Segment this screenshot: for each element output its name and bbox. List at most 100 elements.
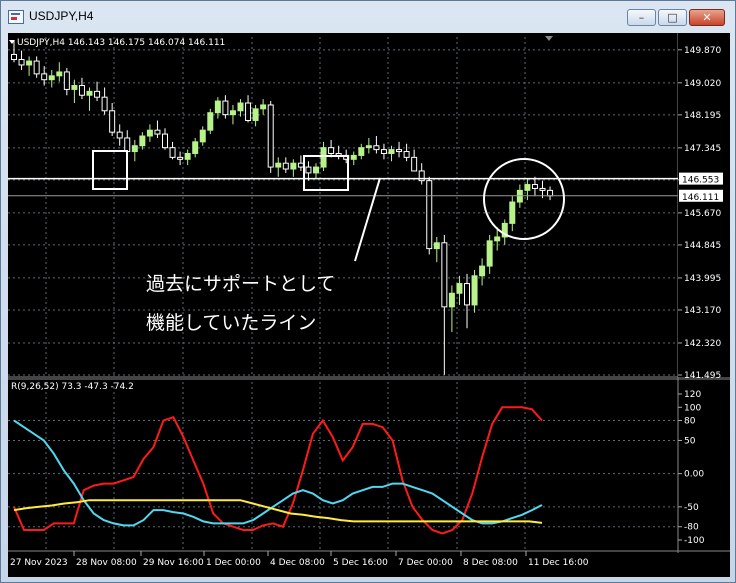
candle-body xyxy=(56,71,63,77)
indicator-tick-label: 50 xyxy=(684,436,696,446)
candle-body xyxy=(207,112,214,131)
candle-body xyxy=(63,71,70,90)
candle-body xyxy=(365,145,372,149)
minimize-button[interactable]: – xyxy=(627,9,656,26)
candle-body xyxy=(33,60,40,75)
indicator-tick-label: 0.00 xyxy=(684,470,704,480)
candle-body xyxy=(222,100,229,116)
candle-body xyxy=(124,137,131,153)
candle-body xyxy=(290,162,297,170)
candle-body xyxy=(531,184,538,189)
price-tick-label: 145.670 xyxy=(684,209,721,219)
candle-body xyxy=(350,154,357,160)
annotation-text-line2: 機能していたライン xyxy=(146,312,316,334)
time-tick-label: 28 Nov 08:00 xyxy=(76,558,137,568)
candle-body xyxy=(411,156,418,172)
time-tick-label: 27 Nov 2023 xyxy=(10,558,68,568)
candle-body xyxy=(313,166,319,174)
annotation-pointer-line xyxy=(354,177,381,262)
candle-body xyxy=(245,102,252,121)
indicator-tick-label: -100 xyxy=(684,536,705,546)
price-chart-svg[interactable]: USDJPY,H4 146.143 146.175 146.074 146.11… xyxy=(8,33,730,577)
candle-body xyxy=(169,147,176,158)
candle-body xyxy=(388,149,395,154)
candle-body xyxy=(162,133,168,149)
candle-body xyxy=(494,236,501,242)
indicator-tick-label: 80 xyxy=(684,417,696,427)
indicator-tick-label: -50 xyxy=(684,503,699,513)
candle-body xyxy=(524,184,531,191)
window-title: USDJPY,H4 xyxy=(29,9,94,23)
candle-body xyxy=(547,189,554,197)
candle-body xyxy=(260,104,267,110)
candle-body xyxy=(26,60,33,66)
time-tick-label: 29 Nov 16:00 xyxy=(143,558,204,568)
candle-body xyxy=(184,152,191,160)
candle-body xyxy=(18,59,25,66)
candle-body xyxy=(177,156,184,160)
candle-body xyxy=(78,85,85,96)
candle-body xyxy=(267,104,274,168)
candle-body xyxy=(237,102,244,112)
candle-body xyxy=(320,147,327,168)
candle-body xyxy=(94,90,101,98)
chart-shift-marker-icon[interactable] xyxy=(545,36,553,41)
candle-body xyxy=(11,53,17,61)
indicator-pane xyxy=(13,406,543,535)
candle-body xyxy=(441,242,448,308)
candle-body xyxy=(71,85,78,90)
candle-body xyxy=(396,149,403,153)
candle-body xyxy=(380,149,387,154)
candle-body xyxy=(426,180,433,250)
candle-body xyxy=(86,90,93,96)
price-tick-label: 142.320 xyxy=(684,339,721,349)
candle-body xyxy=(109,110,116,133)
close-button[interactable]: ✕ xyxy=(689,9,725,26)
candle-body xyxy=(464,283,470,306)
price-tick-label: 141.495 xyxy=(684,371,721,381)
candle-body xyxy=(199,129,206,143)
candle-body xyxy=(297,162,304,168)
support-box-1 xyxy=(92,150,128,190)
indicator-tick-label: 100 xyxy=(684,403,701,413)
candle-body xyxy=(373,145,380,151)
candle-body xyxy=(252,108,259,121)
time-tick-label: 8 Dec 08:00 xyxy=(463,558,518,568)
candle-body xyxy=(479,265,486,277)
terminal-window: USDJPY,H4 – □ ✕ USDJPY,H4 146.143 146.17… xyxy=(0,0,736,583)
candle-body xyxy=(116,131,123,139)
price-tick-label: 143.995 xyxy=(684,274,721,284)
price-tick-label: 149.870 xyxy=(684,46,721,56)
support-price-label: 146.553 xyxy=(682,176,719,186)
time-axis: 27 Nov 2023 28 Nov 08:00 29 Nov 16:00 1 Dec… xyxy=(10,551,589,568)
title-bar[interactable]: USDJPY,H4 – □ ✕ xyxy=(1,1,735,31)
chart-area[interactable]: USDJPY,H4 146.143 146.175 146.074 146.11… xyxy=(8,33,730,577)
price-axis: 149.870149.020148.195147.345146.520145.6… xyxy=(678,33,730,381)
candle-body xyxy=(358,147,365,156)
time-tick-label: 7 Dec 00:00 xyxy=(398,558,453,568)
current-price-circle xyxy=(483,158,565,240)
price-tick-label: 144.845 xyxy=(684,241,721,251)
indicator-tick-label: -80 xyxy=(684,523,699,533)
indicator-axis: 120 100 80 50 0.00 -50 -80 -100 xyxy=(678,390,705,546)
candle-body xyxy=(433,242,440,250)
indicator-label: R(9,26,52) 73.3 -47.3 -74.2 xyxy=(11,382,134,392)
price-tick-label: 147.345 xyxy=(684,144,721,154)
time-tick-label: 4 Dec 08:00 xyxy=(270,558,325,568)
candle-body xyxy=(48,75,55,81)
candle-body xyxy=(456,283,463,294)
candle-body xyxy=(154,129,161,135)
candle-body xyxy=(448,292,455,308)
candle-body xyxy=(214,100,221,114)
maximize-button[interactable]: □ xyxy=(658,9,687,26)
current-price-label: 146.111 xyxy=(682,193,719,203)
time-tick-label: 1 Dec 00:00 xyxy=(206,558,261,568)
candle-body xyxy=(509,201,516,224)
candle-body xyxy=(146,129,153,137)
candle-body xyxy=(305,166,312,174)
candle-body xyxy=(282,162,289,170)
candle-body xyxy=(101,96,108,112)
price-tick-label: 148.195 xyxy=(684,111,721,121)
chart-header: USDJPY,H4 146.143 146.175 146.074 146.11… xyxy=(17,38,225,48)
price-tick-label: 143.170 xyxy=(684,306,721,316)
